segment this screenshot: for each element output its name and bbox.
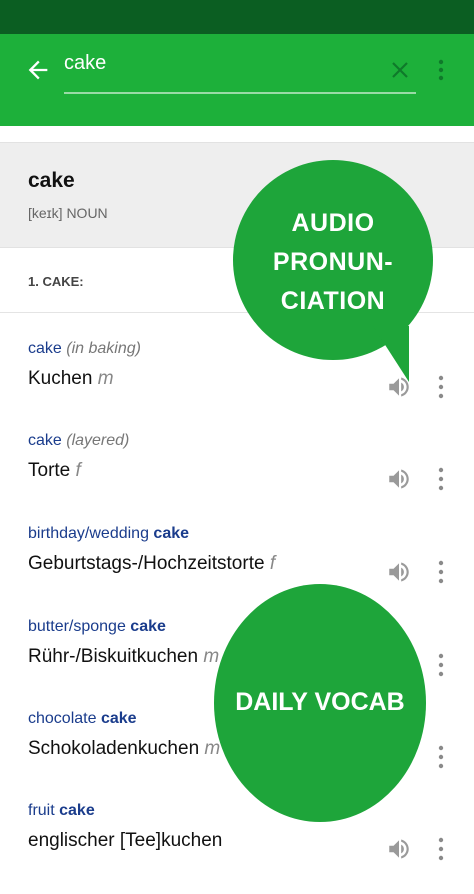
promo-vocab-text: DAILY VOCAB — [235, 688, 405, 716]
speaker-icon[interactable] — [384, 836, 414, 862]
sense-label: 1. CAKE: — [28, 274, 84, 289]
source-phrase: butter/sponge cake — [28, 618, 166, 636]
more-options-icon[interactable] — [436, 836, 446, 862]
more-options-icon[interactable] — [436, 652, 446, 678]
target-phrase: Schokoladenkuchen m — [28, 738, 220, 760]
back-arrow-icon[interactable] — [24, 56, 52, 84]
gender-tag: m — [204, 738, 221, 759]
target-phrase: englischer [Tee]kuchen — [28, 830, 222, 852]
translation-row[interactable]: fruit cake englischer [Tee]kuchen — [0, 802, 474, 894]
source-phrase: cake (layered) — [28, 432, 129, 450]
more-options-icon[interactable] — [436, 466, 446, 492]
target-phrase: Kuchen m — [28, 368, 114, 390]
more-options-icon[interactable] — [436, 374, 446, 400]
search-underline — [64, 92, 416, 94]
target-word: englischer [Tee]kuchen — [28, 830, 223, 851]
promo-audio-text: AUDIO PRONUN- CIATION — [272, 209, 394, 315]
source-word: cake — [28, 432, 62, 449]
speaker-icon[interactable] — [384, 559, 414, 585]
app-bar: cake — [0, 34, 474, 126]
source-prefix: birthday/wedding — [28, 525, 154, 542]
source-phrase: cake (in baking) — [28, 340, 141, 358]
close-icon[interactable] — [388, 58, 412, 82]
promo-bubble-vocab: DAILY VOCAB — [214, 584, 426, 822]
usage-note: (in baking) — [66, 340, 141, 357]
source-prefix: fruit — [28, 802, 60, 819]
target-phrase: Geburtstags-/Hochzeitstorte f — [28, 553, 275, 575]
search-input[interactable]: cake — [64, 52, 106, 75]
overflow-menu-icon[interactable] — [436, 58, 446, 82]
gender-tag: m — [97, 368, 114, 389]
usage-note: (layered) — [66, 432, 130, 449]
target-word: Rühr-/Biskuitkuchen — [28, 646, 199, 667]
translation-row[interactable]: birthday/wedding cake Geburtstags-/Hochz… — [0, 525, 474, 617]
gender-tag: f — [75, 460, 81, 481]
source-phrase: fruit cake — [28, 802, 95, 820]
source-bold: cake — [130, 618, 166, 635]
target-phrase: Rühr-/Biskuitkuchen m — [28, 646, 219, 668]
target-word: Kuchen — [28, 368, 93, 389]
source-bold: cake — [153, 525, 190, 542]
source-phrase: chocolate cake — [28, 710, 137, 728]
more-options-icon[interactable] — [436, 559, 446, 585]
more-options-icon[interactable] — [436, 744, 446, 770]
translation-row[interactable]: cake (layered) Torte f — [0, 432, 474, 524]
source-prefix: chocolate — [28, 710, 101, 727]
source-bold: cake — [100, 710, 137, 727]
source-word: cake — [28, 340, 62, 357]
source-bold: cake — [59, 802, 95, 819]
bubble-tail — [373, 326, 409, 382]
source-phrase: birthday/wedding cake — [28, 525, 189, 543]
target-word: Schokoladenkuchen — [28, 738, 200, 759]
source-prefix: butter/sponge — [28, 618, 131, 635]
gender-tag: f — [269, 553, 276, 574]
gender-tag: m — [203, 646, 220, 667]
target-word: Geburtstags-/Hochzeitstorte — [28, 553, 265, 574]
promo-bubble-audio: AUDIO PRONUN- CIATION — [233, 160, 433, 382]
target-phrase: Torte f — [28, 460, 81, 482]
target-word: Torte — [28, 460, 71, 481]
headword: cake — [28, 169, 75, 192]
speaker-icon[interactable] — [384, 466, 414, 492]
status-bar — [0, 0, 474, 34]
phonetic-pos: [keɪk] NOUN — [28, 205, 108, 221]
